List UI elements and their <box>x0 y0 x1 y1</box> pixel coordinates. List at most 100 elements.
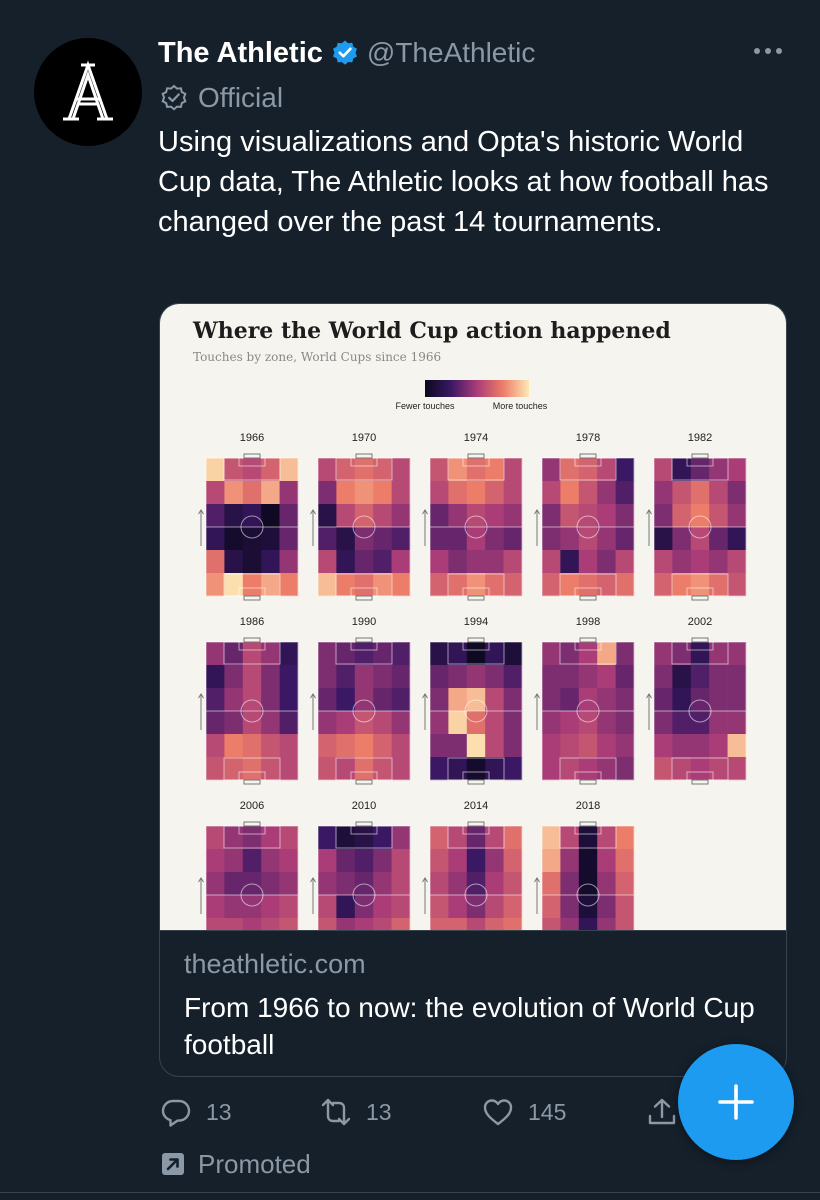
tweet[interactable]: The Athletic @TheAthletic Official Using… <box>0 0 820 1200</box>
heatmap-cell <box>578 711 598 735</box>
pitch-top-goal <box>243 637 261 643</box>
heatmap-cell <box>615 826 635 850</box>
heatmap-cell <box>578 573 598 597</box>
heatmap-cell <box>597 918 616 930</box>
heatmap-cell <box>466 895 486 919</box>
heatmap-cell <box>485 711 504 735</box>
heatmap-cell <box>597 826 616 850</box>
heatmap-cell <box>373 481 392 505</box>
heatmap-cell <box>654 711 673 735</box>
heatmap-cell <box>485 573 504 597</box>
retweet-icon <box>321 1098 351 1126</box>
heatmap-cell <box>672 688 692 712</box>
compose-plus-icon <box>718 1084 754 1120</box>
heatmap-cell <box>206 826 225 850</box>
heatmap-cell <box>615 504 635 528</box>
heatmap-cell <box>261 849 280 873</box>
heatmap-cell <box>206 665 225 689</box>
heatmap-cell <box>373 849 392 873</box>
heatmap-cell <box>560 849 580 873</box>
card-image[interactable]: Where the World Cup action happened Touc… <box>160 304 786 930</box>
heatmap-cell <box>373 918 392 930</box>
heatmap-cell <box>391 527 411 551</box>
heatmap-cell <box>578 826 598 850</box>
heatmap-cell <box>690 573 710 597</box>
heatmap-cell <box>206 504 225 528</box>
reply-button[interactable]: 13 <box>160 1092 232 1132</box>
heatmap-cell <box>542 642 561 666</box>
heatmap-cell <box>391 458 411 482</box>
heatmap-cell <box>672 711 692 735</box>
heatmap-cell <box>224 642 244 666</box>
heatmap-cell <box>597 665 616 689</box>
link-card[interactable]: Where the World Cup action happened Touc… <box>159 303 787 1077</box>
tweet-actions: 13 13 145 <box>160 1092 700 1132</box>
heatmap-cell <box>560 895 580 919</box>
heatmap-cell <box>206 849 225 873</box>
tweet-text: Using visualizations and Opta's historic… <box>158 126 769 238</box>
heatmap-cell <box>597 527 616 551</box>
heatmap-cell <box>430 573 449 597</box>
heatmap-cell <box>279 711 299 735</box>
heatmap-cell <box>279 872 299 896</box>
heatmap-cell <box>373 550 392 574</box>
heatmap-cell <box>560 527 580 551</box>
heatmap-cell <box>597 481 616 505</box>
heatmap-cell <box>354 711 374 735</box>
heatmap-cell <box>391 550 411 574</box>
compose-button[interactable] <box>678 1044 794 1160</box>
card-footer[interactable]: theathletic.com From 1966 to now: the ev… <box>160 930 786 1076</box>
more-options-button[interactable] <box>748 36 788 66</box>
avatar[interactable] <box>34 38 142 146</box>
heatmap-cell <box>466 757 486 781</box>
heatmap-cell <box>672 757 692 781</box>
heatmap-cell <box>391 757 411 781</box>
heatmap-cell <box>279 849 299 873</box>
tweet-header: The Athletic @TheAthletic <box>158 30 535 76</box>
heatmap-cell <box>654 734 673 758</box>
heatmap-cell <box>242 918 262 930</box>
heatmap-cell <box>430 458 449 482</box>
display-name[interactable]: The Athletic <box>158 37 323 70</box>
card-title: From 1966 to now: the evolution of World… <box>184 992 755 1060</box>
pitch-top-goal <box>579 637 597 643</box>
heatmap-cell <box>448 665 468 689</box>
heatmap-cell <box>560 504 580 528</box>
heatmap-cell <box>373 573 392 597</box>
heatmap-cell <box>709 573 728 597</box>
panel-year-label: 1974 <box>464 432 488 444</box>
heatmap-cell <box>279 527 299 551</box>
heatmap-cell <box>224 527 244 551</box>
heatmap-cell <box>373 826 392 850</box>
heatmap-cell <box>690 665 710 689</box>
heatmap-cell <box>391 642 411 666</box>
heatmap-cell <box>560 550 580 574</box>
heatmap-cell <box>261 481 280 505</box>
heatmap-cell <box>373 711 392 735</box>
heatmap-cell <box>336 688 356 712</box>
heatmap-cell <box>503 550 523 574</box>
heatmap-cell <box>224 918 244 930</box>
heatmap-cell <box>391 504 411 528</box>
heatmap-cell <box>206 895 225 919</box>
heatmap-cell <box>430 642 449 666</box>
heatmap-cell <box>485 826 504 850</box>
heatmap-cell <box>430 757 449 781</box>
heatmap-cell <box>615 642 635 666</box>
pitch-top-goal <box>579 453 597 459</box>
heatmap-cell <box>654 642 673 666</box>
heatmap-cell <box>318 458 337 482</box>
heatmap-cell <box>503 734 523 758</box>
dot-icon <box>754 48 760 54</box>
heatmap-cell <box>654 665 673 689</box>
like-button[interactable]: 145 <box>482 1092 566 1132</box>
handle[interactable]: @TheAthletic <box>367 37 536 69</box>
retweet-button[interactable]: 13 <box>320 1092 392 1132</box>
athletic-logo-icon <box>63 60 113 121</box>
heatmap-cell <box>615 757 635 781</box>
divider <box>0 1192 820 1193</box>
heatmap-cell <box>578 918 598 930</box>
heatmap-cell <box>391 826 411 850</box>
share-button[interactable] <box>646 1092 678 1132</box>
heatmap-cell <box>354 849 374 873</box>
